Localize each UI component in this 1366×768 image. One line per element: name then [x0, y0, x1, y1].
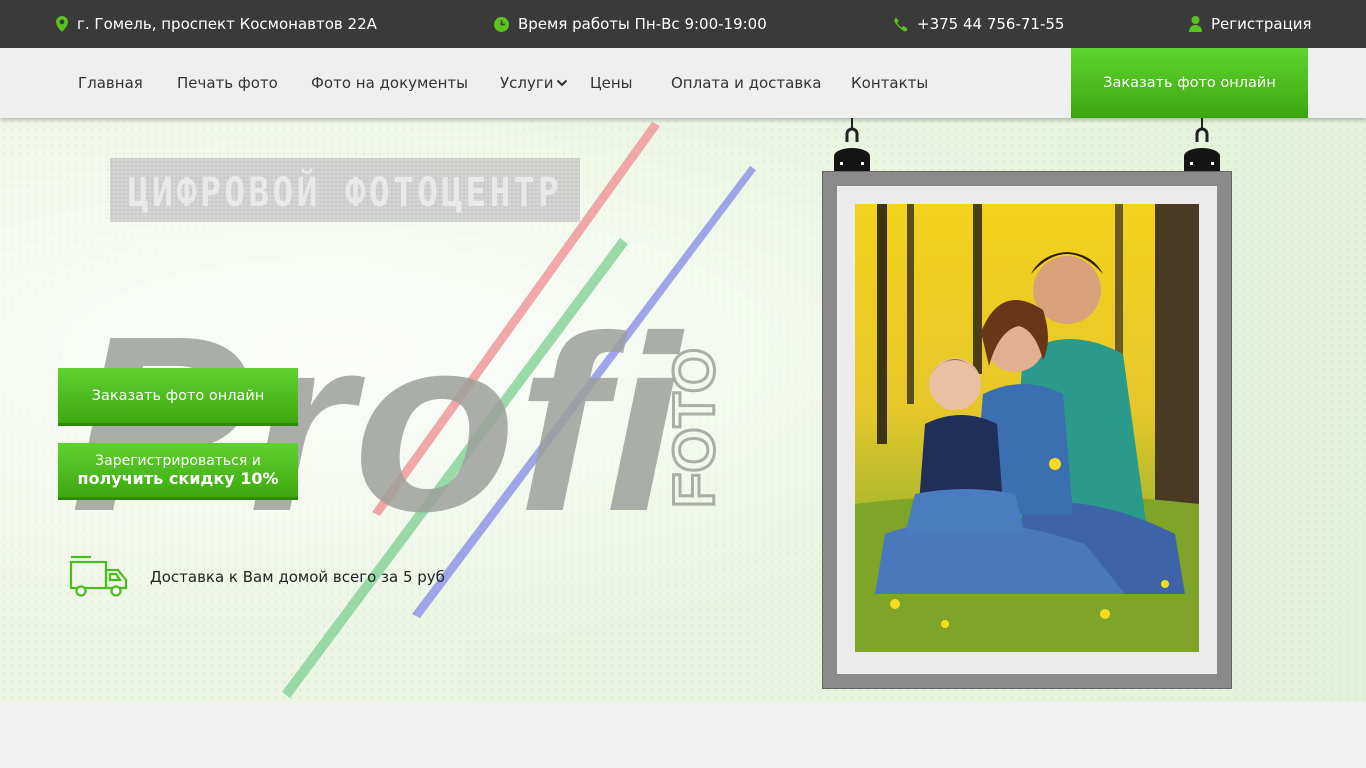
map-pin-icon [56, 16, 68, 32]
phone-icon [894, 17, 908, 32]
nav-item-prices[interactable]: Цены [590, 48, 633, 118]
nav-item-photo-print[interactable]: Печать фото [177, 48, 278, 118]
top-info-bar: г. Гомель, проспект Космонавтов 22А Врем… [0, 0, 1366, 48]
hours-text: Время работы Пн-Вс 9:00-19:00 [518, 15, 767, 33]
frame-hanger-left-icon [834, 118, 870, 173]
truck-icon [69, 555, 128, 597]
photo-frame [822, 171, 1232, 689]
nav-item-services-label[interactable]: Услуги [500, 74, 553, 92]
nav-item-contacts[interactable]: Контакты [851, 48, 928, 118]
address-item: г. Гомель, проспект Космонавтов 22А [56, 0, 377, 48]
hero-banner: ЦИФРОВОЙ ФОТОЦЕНТР Profi FOTO Заказать ф… [0, 118, 1366, 702]
nav-item-services[interactable]: Услуги [500, 48, 568, 118]
chevron-down-icon[interactable] [556, 79, 568, 87]
frame-hanger-right-icon [1184, 118, 1220, 173]
nav-item-payment-delivery[interactable]: Оплата и доставка [671, 48, 821, 118]
hours-item: Время работы Пн-Вс 9:00-19:00 [494, 0, 767, 48]
page-bottom-area [0, 702, 1366, 768]
family-photo [855, 204, 1199, 656]
register-button-line1[interactable]: Зарегистрироваться и [95, 452, 261, 470]
delivery-text: Доставка к Вам домой всего за 5 руб [150, 567, 445, 586]
phone-item[interactable]: +375 44 756-71-55 [893, 0, 1064, 48]
register-text[interactable]: Регистрация [1211, 15, 1312, 33]
banner-text: ЦИФРОВОЙ ФОТОЦЕНТР [128, 168, 562, 216]
delivery-info: Доставка к Вам домой всего за 5 руб [68, 554, 445, 599]
logo-sub-text: FOTO [662, 348, 727, 508]
register-link[interactable]: Регистрация [1189, 0, 1312, 48]
user-icon [1189, 16, 1202, 32]
nav-item-home[interactable]: Главная [78, 48, 143, 118]
main-navigation: Главная Печать фото Фото на документы Ус… [0, 48, 1366, 118]
register-button-line2[interactable]: получить скидку 10% [78, 470, 279, 488]
nav-item-document-photo[interactable]: Фото на документы [311, 48, 468, 118]
order-photo-online-button[interactable]: Заказать фото онлайн [58, 368, 298, 426]
order-online-nav-button[interactable]: Заказать фото онлайн [1071, 48, 1308, 118]
address-text: г. Гомель, проспект Космонавтов 22А [77, 15, 377, 33]
photo-mat [837, 186, 1217, 674]
clock-icon [494, 16, 509, 32]
hanging-photo-frame [820, 118, 1236, 692]
register-discount-button[interactable]: Зарегистрироваться и получить скидку 10% [58, 443, 298, 500]
phone-text[interactable]: +375 44 756-71-55 [917, 15, 1064, 33]
